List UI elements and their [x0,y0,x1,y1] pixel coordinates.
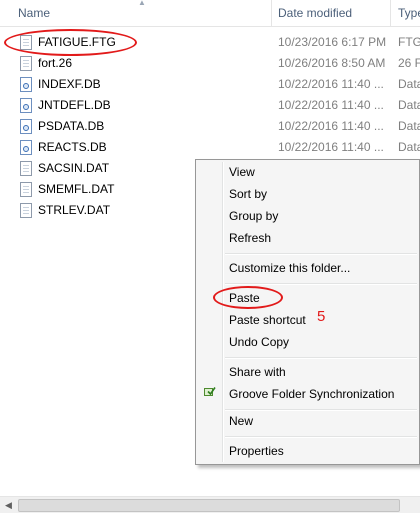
database-icon [20,119,32,134]
annotation-step-number: 5 [317,308,326,325]
menu-icon-gutter [222,162,224,462]
horizontal-scrollbar[interactable]: ◀ [0,496,420,513]
annotation-oval-paste [213,286,283,309]
file-type: Data [398,119,420,133]
scrollbar-thumb[interactable] [18,499,400,512]
menu-separator [225,357,417,359]
column-divider[interactable] [271,0,272,26]
database-icon [20,77,32,92]
file-type: Data [398,98,420,112]
context-menu: View Sort by Group by Refresh Customize … [195,159,420,465]
document-icon [20,56,32,71]
file-date: 10/26/2016 8:50 AM [278,56,386,70]
menu-item-group-by[interactable]: Group by [229,205,278,227]
file-name: SMEMFL.DAT [38,182,115,196]
file-name: fort.26 [38,56,73,70]
column-header-type[interactable]: Type [398,6,420,20]
file-date: 10/22/2016 11:40 ... [278,140,384,154]
file-type: 26 F [398,56,420,70]
menu-item-undo-copy[interactable]: Undo Copy [229,331,289,353]
sort-ascending-icon: ▲ [138,0,146,7]
file-row[interactable]: JNTDEFL.DB 10/22/2016 11:40 ... Data [0,95,420,116]
file-date: 10/23/2016 6:17 PM [278,35,387,49]
menu-item-customize-folder[interactable]: Customize this folder... [229,257,350,279]
file-type: Data [398,140,420,154]
file-date: 10/22/2016 11:40 ... [278,119,384,133]
menu-separator [225,409,417,411]
database-icon [20,140,32,155]
annotation-oval-file [4,29,137,56]
menu-separator [225,253,417,255]
menu-item-view[interactable]: View [229,161,255,183]
file-name: JNTDEFL.DB [38,98,111,112]
file-date: 10/22/2016 11:40 ... [278,98,384,112]
file-name: SACSIN.DAT [38,161,110,175]
menu-item-refresh[interactable]: Refresh [229,227,271,249]
file-name: STRLEV.DAT [38,203,111,217]
menu-item-sort-by[interactable]: Sort by [229,183,267,205]
menu-item-share-with[interactable]: Share with [229,361,286,383]
column-header-bar: ▲ Name Date modified Type [0,0,420,27]
groove-sync-icon [204,387,216,396]
document-icon [20,203,32,218]
menu-item-paste-shortcut[interactable]: Paste shortcut [229,309,306,331]
menu-item-new[interactable]: New [229,410,253,432]
file-row[interactable]: fort.26 10/26/2016 8:50 AM 26 F [0,53,420,74]
menu-separator [225,283,417,285]
menu-item-groove-sync[interactable]: Groove Folder Synchronization [229,383,394,405]
file-row[interactable]: PSDATA.DB 10/22/2016 11:40 ... Data [0,116,420,137]
file-date: 10/22/2016 11:40 ... [278,77,384,91]
menu-item-properties[interactable]: Properties [229,440,284,462]
menu-separator [225,436,417,438]
database-icon [20,98,32,113]
column-divider[interactable] [390,0,391,26]
column-header-date-modified[interactable]: Date modified [278,6,352,20]
file-row[interactable]: REACTS.DB 10/22/2016 11:40 ... Data [0,137,420,158]
file-type: FTG [398,35,420,49]
document-icon [20,182,32,197]
file-name: REACTS.DB [38,140,107,154]
column-header-name[interactable]: Name [18,6,50,20]
file-type: Data [398,77,420,91]
document-icon [20,161,32,176]
scroll-left-arrow-icon[interactable]: ◀ [0,497,17,513]
file-name: INDEXF.DB [38,77,101,91]
file-row[interactable]: INDEXF.DB 10/22/2016 11:40 ... Data [0,74,420,95]
file-name: PSDATA.DB [38,119,105,133]
